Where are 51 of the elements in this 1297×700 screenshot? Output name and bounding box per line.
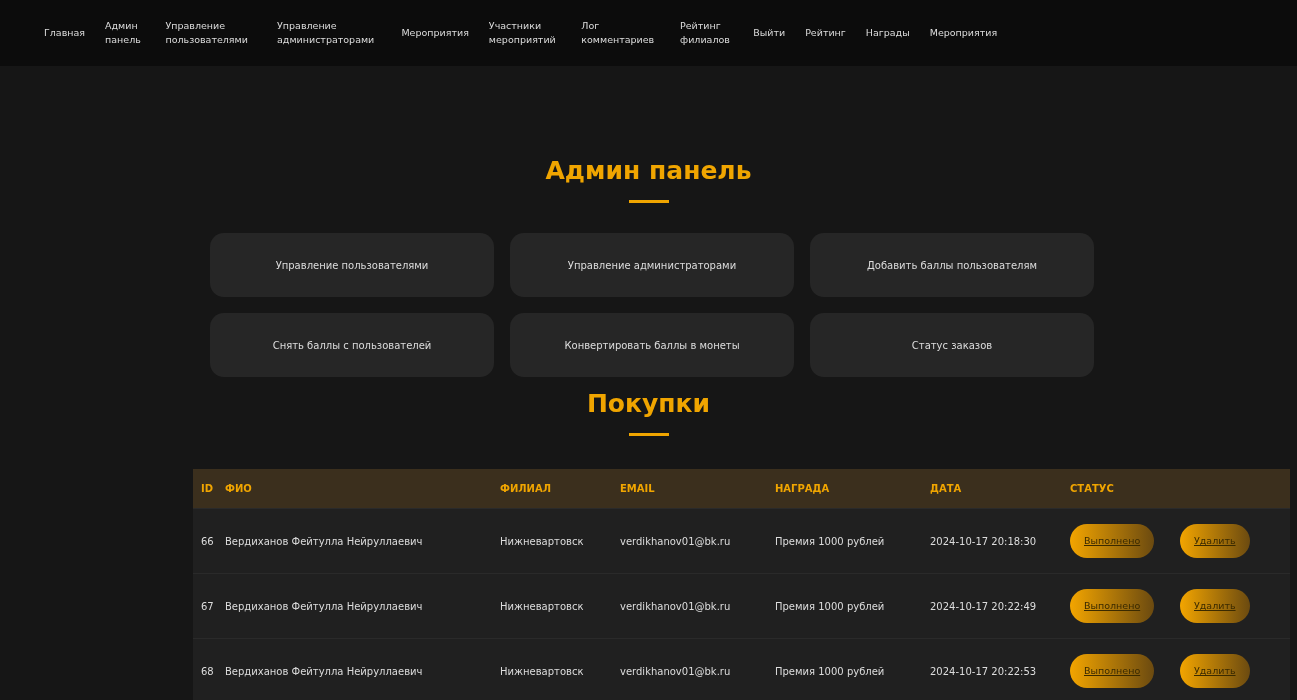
- admin-action-button[interactable]: Конвертировать баллы в монеты: [510, 313, 794, 377]
- nav-link[interactable]: Участники мероприятий: [488, 18, 582, 48]
- table-cell-text: Вердиханов Фейтулла Нейруллаевич: [225, 599, 424, 614]
- delete-button[interactable]: Удалить: [1180, 523, 1250, 559]
- column-header: EMAIL: [620, 482, 656, 496]
- column-header: НАГРАДА: [775, 482, 831, 496]
- nav-link[interactable]: Рейтинг: [805, 25, 866, 41]
- table-cell-text: verdikhanov01@bk.ru: [620, 599, 732, 614]
- section-title: Покупки: [585, 389, 712, 419]
- table-cell-text: 66: [200, 534, 215, 549]
- nav-link[interactable]: Мероприятия: [929, 25, 1018, 41]
- column-header: ID: [200, 482, 215, 496]
- table-cell-text: Премия 1000 рублей: [775, 534, 886, 549]
- nav-link[interactable]: Мероприятия: [401, 25, 489, 41]
- table-cell-text: Вердиханов Фейтулла Нейруллаевич: [225, 534, 424, 549]
- delete-button[interactable]: Удалить: [1180, 653, 1250, 689]
- nav-link[interactable]: Выйти: [753, 25, 806, 41]
- nav-link[interactable]: Лог комментариев: [581, 18, 681, 48]
- table-cell-text: Нижневартовск: [500, 664, 585, 679]
- nav-link[interactable]: Админ панель: [105, 18, 166, 48]
- delete-button[interactable]: Удалить: [1180, 588, 1250, 624]
- table-cell-text: 2024-10-17 20:22:49: [930, 599, 1038, 614]
- column-header: ФИО: [225, 482, 253, 496]
- column-header: СТАТУС: [1070, 482, 1115, 496]
- table-cell-text: verdikhanov01@bk.ru: [620, 664, 732, 679]
- admin-action-button[interactable]: Снять баллы с пользователей: [210, 313, 494, 377]
- nav-link[interactable]: Награды: [865, 25, 930, 41]
- complete-button[interactable]: Выполнено: [1070, 653, 1155, 689]
- table-cell-text: 68: [200, 664, 215, 679]
- nav-link[interactable]: Рейтинг филиалов: [680, 18, 754, 48]
- table-cell-text: 2024-10-17 20:22:53: [930, 664, 1038, 679]
- admin-action-button[interactable]: Управление администраторами: [510, 233, 794, 297]
- page-title: Админ панель: [544, 156, 753, 186]
- nav-link[interactable]: Управление администраторами: [277, 18, 402, 48]
- table-cell-text: verdikhanov01@bk.ru: [620, 534, 732, 549]
- table-cell-text: Вердиханов Фейтулла Нейруллаевич: [225, 664, 424, 679]
- complete-button[interactable]: Выполнено: [1070, 588, 1155, 624]
- complete-button[interactable]: Выполнено: [1070, 523, 1155, 559]
- table-cell-text: 67: [200, 599, 215, 614]
- admin-action-button[interactable]: Статус заказов: [810, 313, 1094, 377]
- admin-action-button[interactable]: Добавить баллы пользователям: [810, 233, 1094, 297]
- nav-link[interactable]: Главная: [44, 25, 106, 41]
- table-cell-text: Нижневартовск: [500, 599, 585, 614]
- column-header: ДАТА: [930, 482, 963, 496]
- column-header: ФИЛИАЛ: [500, 482, 552, 496]
- table-cell-text: Премия 1000 рублей: [775, 664, 886, 679]
- table-cell-text: Нижневартовск: [500, 534, 585, 549]
- table-cell-text: Премия 1000 рублей: [775, 599, 886, 614]
- admin-action-button[interactable]: Управление пользователями: [210, 233, 494, 297]
- nav-link[interactable]: Управление пользователями: [165, 18, 278, 48]
- table-cell-text: 2024-10-17 20:18:30: [930, 534, 1038, 549]
